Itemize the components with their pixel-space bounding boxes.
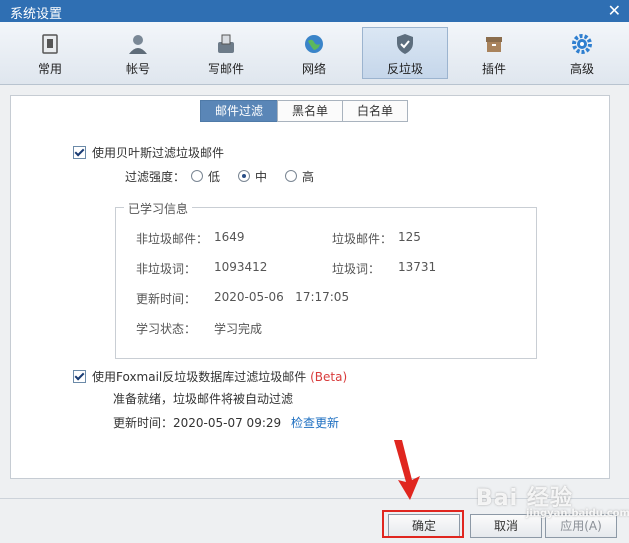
learn-update-label: 更新时间： [136,292,197,306]
learned-info-group: 已学习信息 非垃圾邮件： 1649 垃圾邮件： 125 非垃圾词： 109341… [115,200,537,359]
tool-antispam[interactable]: 反垃圾 [362,27,448,79]
learned-info-legend: 已学习信息 [124,200,193,217]
tool-general[interactable]: 常用 [8,28,92,78]
watermark-sub: jingyan.baidu.com [526,508,629,519]
bayes-filter-label: 使用贝叶斯过滤垃圾邮件 [92,146,225,160]
network-icon [305,35,323,53]
title-bar: 系统设置 ✕ [0,0,629,22]
tool-advanced-label: 高级 [569,62,594,76]
close-icon[interactable]: ✕ [608,1,621,20]
spam-word-value: 13731 [398,260,437,274]
foxmail-db-label: 使用Foxmail反垃圾数据库过滤垃圾邮件 [92,370,307,384]
learn-status-label: 学习状态： [136,322,197,336]
filter-tabs: 邮件过滤 黑名单 白名单 [200,100,409,122]
nonspam-word-label: 非垃圾词： [136,262,197,276]
nonspam-word-value: 1093412 [214,260,268,274]
ok-button-highlight [382,510,464,538]
spam-mail-label: 垃圾邮件： [332,232,393,246]
filter-strength-label: 过滤强度： [125,170,186,184]
tab-blacklist[interactable]: 黑名单 [277,100,344,122]
account-icon [129,35,147,54]
tool-network[interactable]: 网络 [272,28,356,78]
foxmail-update-row: 更新时间：2020-05-07 09:29 检查更新 [113,414,339,431]
tool-account[interactable]: 帐号 [96,28,180,78]
tool-advanced[interactable]: 高级 [540,28,624,78]
tool-compose-label: 写邮件 [207,62,244,76]
tab-mail-filter[interactable]: 邮件过滤 [200,100,279,122]
foxmail-db-row: 使用Foxmail反垃圾数据库过滤垃圾邮件 (Beta) [73,368,347,385]
foxmail-update-text: 更新时间：2020-05-07 09:29 [113,416,282,430]
general-icon [42,34,58,54]
watermark: Bai 经验 jingyan.baidu.com [476,480,629,519]
beta-badge: (Beta) [310,370,348,384]
spam-word-label: 垃圾词： [332,262,381,276]
antispam-panel: 邮件过滤 黑名单 白名单 使用贝叶斯过滤垃圾邮件 过滤强度： 低 中 高 已学习信息 … [10,95,610,479]
foxmail-db-checkbox[interactable] [73,370,86,383]
tool-plugin[interactable]: 插件 [452,28,536,78]
annotation-arrow-icon [394,440,420,500]
bayes-filter-row: 使用贝叶斯过滤垃圾邮件 [73,144,224,161]
strength-high-radio[interactable] [285,170,298,182]
tab-whitelist[interactable]: 白名单 [342,100,409,122]
tool-compose[interactable]: 写邮件 [184,28,268,78]
tool-network-label: 网络 [301,62,326,76]
shield-icon [397,34,413,54]
strength-low-label: 低 [208,170,221,184]
tool-general-label: 常用 [37,62,62,76]
nonspam-mail-label: 非垃圾邮件： [136,232,209,246]
tool-plugin-label: 插件 [481,62,506,76]
strength-medium-radio[interactable] [238,170,251,182]
window-title: 系统设置 [10,7,63,22]
tool-account-label: 帐号 [125,62,150,76]
strength-high-label: 高 [302,170,315,184]
filter-strength-row: 过滤强度： 低 中 高 [125,168,314,185]
compose-icon [218,34,234,53]
strength-medium-label: 中 [255,170,268,184]
settings-toolbar: 常用 帐号 写邮件 网络 反垃圾 插件 高级 [0,22,629,85]
nonspam-mail-value: 1649 [214,230,245,244]
spam-mail-value: 125 [398,230,421,244]
strength-low-radio[interactable] [191,170,204,182]
bayes-filter-checkbox[interactable] [73,146,86,159]
tool-antispam-label: 反垃圾 [386,62,423,76]
foxmail-ready-text: 准备就绪，垃圾邮件将被自动过滤 [113,392,294,406]
check-update-link[interactable]: 检查更新 [291,416,339,430]
learn-status-value: 学习完成 [214,322,263,336]
plugin-icon [486,37,502,52]
gear-icon [572,34,592,54]
learn-update-value: 2020-05-06 17:17:05 [214,290,350,304]
